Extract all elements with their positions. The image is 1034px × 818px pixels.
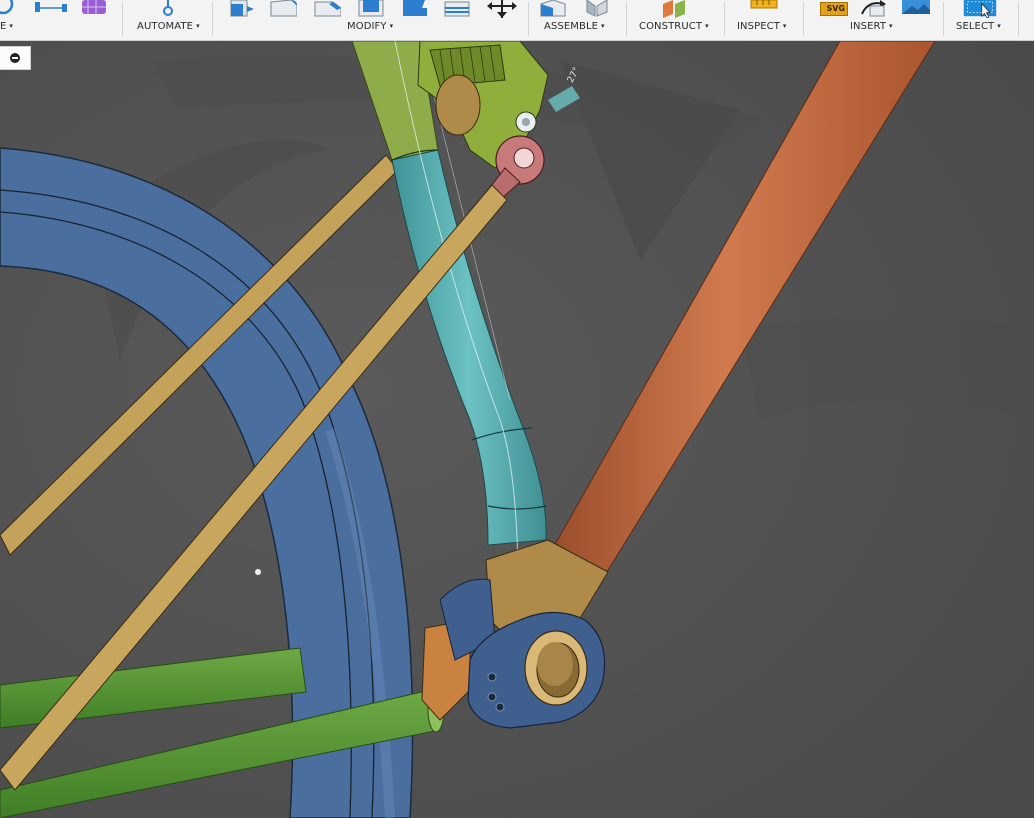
shell-icon[interactable] xyxy=(357,0,385,18)
select-menu-label[interactable]: SELECT ▾ xyxy=(956,21,1001,32)
move-icon[interactable] xyxy=(485,0,519,18)
bracket-bushing xyxy=(435,74,481,136)
toolbar-group-inspect[interactable]: INSPECT ▾ xyxy=(725,0,803,40)
toolbar-group-select[interactable]: SELECT ▾ xyxy=(944,0,1018,40)
insert-mesh-icon[interactable] xyxy=(858,0,888,18)
automate-menu-label[interactable]: AUTOMATE ▾ xyxy=(137,21,200,32)
form-icon[interactable] xyxy=(78,0,112,18)
insert-canvas-icon[interactable] xyxy=(900,0,932,18)
construct-menu-label[interactable]: CONSTRUCT ▾ xyxy=(639,21,709,32)
measure-icon[interactable] xyxy=(749,0,779,18)
rod-end-hole xyxy=(513,147,535,169)
joint-icon[interactable] xyxy=(581,0,611,18)
canvas-viewport[interactable] xyxy=(0,41,1034,818)
assemble-menu-label[interactable]: ASSEMBLE ▾ xyxy=(544,21,605,32)
toolbar-group-modify[interactable]: MODIFY ▾ xyxy=(213,0,528,40)
collapse-panel-button[interactable] xyxy=(0,46,31,70)
pattern-icon[interactable] xyxy=(34,0,68,18)
fillet-icon[interactable] xyxy=(269,0,297,18)
sketch-point[interactable] xyxy=(255,569,261,575)
select-icon[interactable] xyxy=(960,0,1000,18)
dropout-hole xyxy=(487,672,497,682)
toolbar: E ▾ AUTOMATE ▾ MODIFY ▾ ASSEMBLE ▾ CONST… xyxy=(0,0,1034,41)
insert-menu-label[interactable]: INSERT ▾ xyxy=(850,21,893,32)
press-pull-icon[interactable] xyxy=(227,0,255,18)
toolbar-group-automate[interactable]: AUTOMATE ▾ xyxy=(123,0,211,40)
create-menu-label[interactable]: E ▾ xyxy=(0,21,13,32)
bushing-inner xyxy=(537,642,573,686)
sketch-icon[interactable] xyxy=(0,0,14,18)
new-component-icon[interactable] xyxy=(539,0,569,18)
inspect-menu-label[interactable]: INSPECT ▾ xyxy=(737,21,787,32)
chamfer-icon[interactable] xyxy=(313,0,341,18)
toolbar-group-insert[interactable]: SVG INSERT ▾ xyxy=(804,0,942,40)
dropout-hole xyxy=(487,692,497,702)
minus-circle-icon xyxy=(10,53,20,63)
toolbar-group-create[interactable]: E ▾ xyxy=(0,0,122,40)
dropout-hole xyxy=(495,702,505,712)
modify-menu-label[interactable]: MODIFY ▾ xyxy=(347,21,393,32)
toolbar-separator xyxy=(1018,2,1019,36)
toolbar-group-assemble[interactable]: ASSEMBLE ▾ xyxy=(529,0,625,40)
automate-icon[interactable] xyxy=(161,0,175,18)
insert-svg-icon[interactable]: SVG xyxy=(820,2,848,16)
bracket-bolt-hole xyxy=(522,118,530,126)
draft-icon[interactable] xyxy=(399,0,429,18)
toolbar-group-construct[interactable]: CONSTRUCT ▾ xyxy=(627,0,723,40)
offset-plane-icon[interactable] xyxy=(659,0,691,18)
scale-icon[interactable] xyxy=(443,0,473,18)
model-render[interactable] xyxy=(0,41,1034,818)
